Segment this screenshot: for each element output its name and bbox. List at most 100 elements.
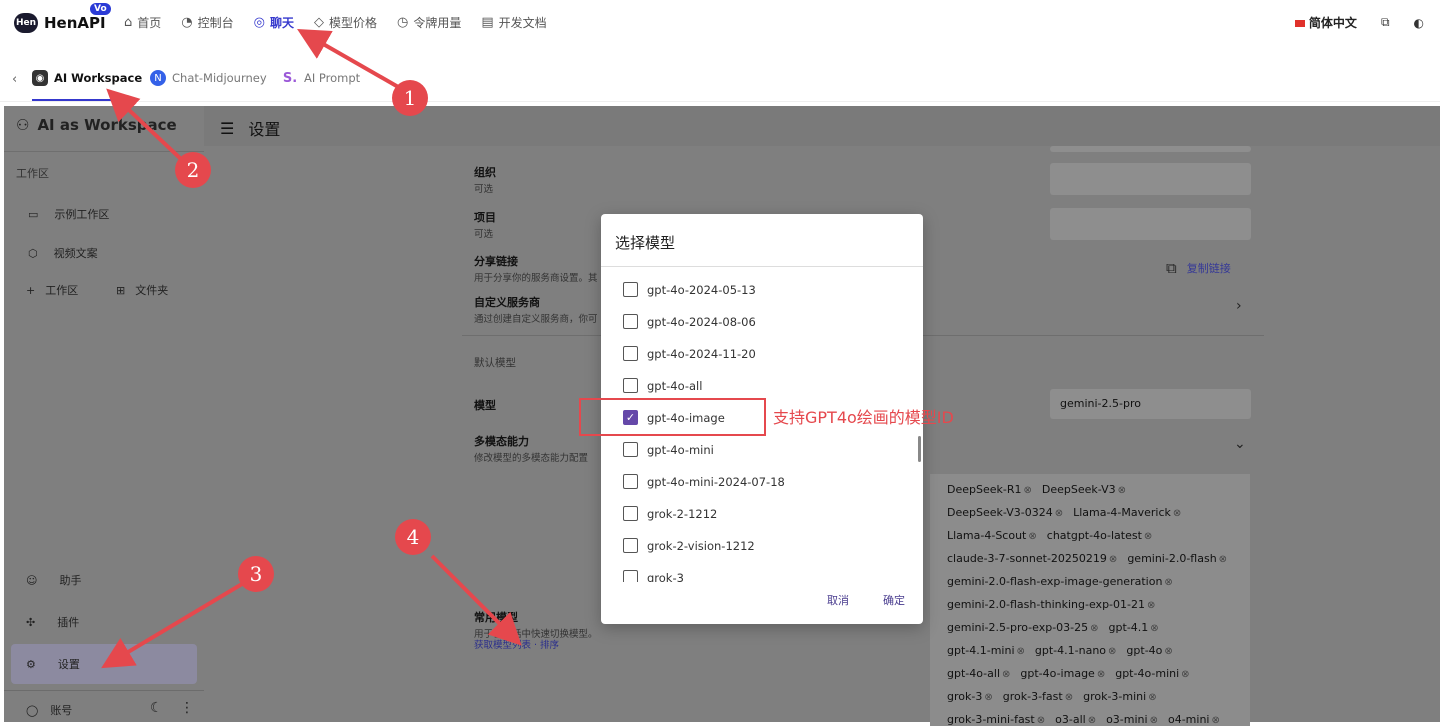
dialog-scrollbar[interactable]	[918, 436, 921, 462]
project-input[interactable]	[1050, 208, 1251, 240]
user-circle-icon: ◯	[26, 703, 39, 717]
sidebar-item-video-copy[interactable]: ⬡ 视频文案	[28, 245, 98, 261]
model-option[interactable]: gpt-4o-mini	[623, 442, 714, 457]
nav-pricing[interactable]: ◇ 模型价格	[314, 14, 377, 31]
checkbox[interactable]	[623, 570, 638, 582]
model-option[interactable]: grok-2-1212	[623, 506, 717, 521]
model-chip[interactable]: gemini-2.0-flash-thinking-exp-01-21 ⊗	[947, 598, 1155, 611]
model-option[interactable]: grok-3	[623, 570, 684, 582]
model-chip[interactable]: gpt-4.1-mini ⊗	[947, 644, 1025, 657]
model-chip[interactable]: gpt-4.1-nano ⊗	[1035, 644, 1117, 657]
model-chip[interactable]: gpt-4o-all ⊗	[947, 667, 1010, 680]
sidebar-item-assistant[interactable]: ☺ 助手	[26, 572, 81, 588]
checkbox[interactable]	[623, 442, 638, 457]
sidebar-divider	[4, 151, 204, 152]
sidebar: ⚇ AI as Workspace 工作区 ▭ 示例工作区 ⬡ 视频文案 + 工…	[4, 106, 204, 722]
step-badge-3: 3	[238, 556, 274, 592]
model-option-label: gpt-4o-mini	[647, 442, 714, 457]
checkbox[interactable]	[623, 538, 638, 553]
external-link-icon[interactable]: ⧉	[1381, 15, 1390, 30]
model-chip[interactable]: gpt-4o-image ⊗	[1020, 667, 1105, 680]
tab-ai-prompt[interactable]: S. AI Prompt	[282, 70, 360, 86]
nav-home[interactable]: ⌂ 首页	[124, 14, 161, 31]
nav-console[interactable]: ◔ 控制台	[181, 14, 233, 31]
model-chip[interactable]: DeepSeek-R1 ⊗	[947, 483, 1032, 496]
close-icon: ⊗	[1108, 646, 1117, 657]
model-chip[interactable]: Llama-4-Maverick ⊗	[1073, 506, 1181, 519]
model-option-label: gpt-4o-2024-11-20	[647, 346, 756, 361]
cube-icon: ⬡	[28, 246, 38, 260]
cancel-button[interactable]: 取消	[827, 592, 849, 608]
sidebar-item-example-workspace[interactable]: ▭ 示例工作区	[28, 206, 109, 222]
chip-row: gemini-2.0-flash-thinking-exp-01-21 ⊗	[947, 598, 1155, 611]
logo-superscript: Vo	[90, 3, 111, 15]
menu-icon[interactable]: ☰	[220, 119, 234, 138]
tab-chat-midjourney[interactable]: N Chat-Midjourney	[150, 70, 267, 86]
multimodal-sub: 修改模型的多模态能力配置	[474, 453, 589, 464]
checkbox[interactable]	[623, 378, 638, 393]
org-input[interactable]	[1050, 163, 1251, 195]
nav-docs-label: 开发文档	[498, 16, 547, 30]
model-chip[interactable]: DeepSeek-V3 ⊗	[1042, 483, 1126, 496]
model-chip[interactable]: gpt-4o ⊗	[1126, 644, 1172, 657]
fetch-model-list-link[interactable]: 获取模型列表 · 排序	[474, 637, 559, 651]
chevron-left-icon[interactable]: ‹	[12, 72, 17, 87]
model-chip[interactable]: gemini-2.0-flash ⊗	[1127, 552, 1227, 565]
more-vertical-icon[interactable]: ⋮	[180, 700, 194, 716]
previous-field[interactable]	[1050, 146, 1251, 152]
checkbox[interactable]	[623, 506, 638, 521]
midjourney-icon: N	[150, 70, 166, 86]
confirm-button[interactable]: 确定	[883, 592, 905, 608]
add-workspace-button[interactable]: + 工作区	[26, 282, 78, 298]
model-option[interactable]: gpt-4o-2024-11-20	[623, 346, 756, 361]
chat-icon: ◎	[253, 15, 265, 30]
sidebar-item-settings[interactable]: ⚙ 设置	[26, 656, 80, 672]
language-switch[interactable]: 简体中文	[1294, 14, 1357, 31]
sidebar-item-plugins[interactable]: ✣ 插件	[26, 614, 79, 630]
moon-icon[interactable]: ☾	[150, 700, 163, 716]
chevron-right-icon[interactable]: ›	[1236, 298, 1242, 314]
sidebar-bottom-divider	[4, 690, 204, 691]
model-option[interactable]: grok-2-vision-1212	[623, 538, 755, 553]
tab-chat-midjourney-label: Chat-Midjourney	[172, 71, 267, 85]
model-chip[interactable]: grok-3-mini-fast ⊗	[947, 713, 1045, 726]
logo[interactable]: Hen HenAPI Vo	[14, 3, 111, 36]
model-chip[interactable]: DeepSeek-V3-0324 ⊗	[947, 506, 1063, 519]
checkbox[interactable]	[623, 346, 638, 361]
tab-ai-workspace[interactable]: ◉ AI Workspace	[32, 70, 142, 86]
model-chip[interactable]: o4-mini ⊗	[1168, 713, 1220, 726]
chip-row: DeepSeek-R1 ⊗ DeepSeek-V3 ⊗	[947, 483, 1126, 496]
home-icon: ⌂	[124, 15, 133, 30]
add-folder-button[interactable]: ⊞ 文件夹	[116, 282, 168, 298]
model-chip[interactable]: grok-3 ⊗	[947, 690, 993, 703]
model-chip[interactable]: grok-3-mini ⊗	[1083, 690, 1157, 703]
model-chip[interactable]: gemini-2.0-flash-exp-image-generation ⊗	[947, 575, 1173, 588]
model-option[interactable]: gpt-4o-mini-2024-07-18	[623, 474, 785, 489]
model-chip[interactable]: gemini-2.5-pro-exp-03-25 ⊗	[947, 621, 1099, 634]
chip-row: gemini-2.0-flash-exp-image-generation ⊗	[947, 575, 1173, 588]
account-button[interactable]: ◯ 账号	[26, 702, 72, 718]
model-option[interactable]: gpt-4o-2024-08-06	[623, 314, 756, 329]
model-chip[interactable]: claude-3-7-sonnet-20250219 ⊗	[947, 552, 1117, 565]
model-chip[interactable]: Llama-4-Scout ⊗	[947, 529, 1037, 542]
model-option[interactable]: gpt-4o-all	[623, 378, 702, 393]
copy-link-button[interactable]: ⧉ 复制链接	[1166, 259, 1231, 277]
checkbox[interactable]	[623, 282, 638, 297]
nav-usage[interactable]: ◷ 令牌用量	[397, 14, 461, 31]
chevron-down-icon[interactable]: ⌄	[1234, 436, 1246, 452]
model-chip[interactable]: chatgpt-4o-latest ⊗	[1047, 529, 1153, 542]
checkbox[interactable]	[623, 474, 638, 489]
nav-chat[interactable]: ◎ 聊天	[254, 14, 294, 31]
model-select[interactable]: gemini-2.5-pro	[1050, 389, 1251, 419]
sidebar-item-label: 示例工作区	[54, 208, 110, 221]
model-chip[interactable]: grok-3-fast ⊗	[1003, 690, 1073, 703]
model-chip[interactable]: gpt-4o-mini ⊗	[1115, 667, 1189, 680]
model-chip[interactable]: o3-mini ⊗	[1106, 713, 1158, 726]
model-chip[interactable]: o3-all ⊗	[1055, 713, 1096, 726]
checkbox[interactable]	[623, 314, 638, 329]
theme-toggle-icon[interactable]: ◐	[1414, 16, 1424, 30]
chip-row: gpt-4o-all ⊗ gpt-4o-image ⊗ gpt-4o-mini ⊗	[947, 667, 1190, 680]
nav-docs[interactable]: ▤ 开发文档	[481, 14, 546, 31]
model-option[interactable]: gpt-4o-2024-05-13	[623, 282, 756, 297]
model-chip[interactable]: gpt-4.1 ⊗	[1109, 621, 1159, 634]
